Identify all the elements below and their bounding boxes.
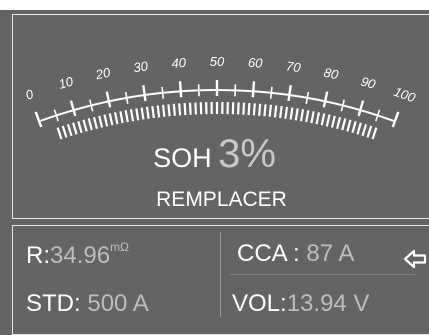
gauge-major-tick [324,92,327,108]
std-label: STD: [26,290,81,317]
soh-value: 3% [218,132,276,176]
gauge-band-tick [131,109,133,121]
gauge-band-tick [243,103,244,115]
gauge-band-tick [275,105,276,117]
cca-label: CCA : [237,240,300,267]
gauge-scale-label: 70 [285,58,302,75]
gauge-band-tick [110,113,113,125]
arrow-left-icon[interactable] [402,246,428,272]
gauge-band-tick [347,120,350,132]
gauge-band-tick [332,116,335,128]
gauge-major-tick [393,112,398,127]
gauge-scale-label: 40 [171,55,187,71]
gauge-band-tick [264,104,265,116]
gauge-band-tick [238,102,239,114]
gauge-band-tick [147,107,149,119]
gauge-band-tick [342,118,345,130]
gauge-major-tick [289,85,291,101]
soh-label: SOH [153,143,212,173]
cca-value: 87 A [306,240,354,267]
resistance-unit: mΩ [110,240,129,254]
gauge-band-tick [168,104,169,116]
gauge-major-tick [359,101,363,116]
gauge-scale-label: 100 [392,84,418,106]
gauge-band-tick [84,120,87,132]
std-value: 500 A [87,290,148,317]
gauge-band-tick [311,111,313,123]
gauge-band-tick [136,108,138,120]
gauge-band-tick [317,112,319,124]
gauge-band-tick [126,110,128,122]
gauge-band-tick [301,109,303,121]
gauge-scale-label: 30 [132,58,149,75]
gauge-band-tick [270,105,271,117]
gauge-minor-tick [306,92,308,104]
gauge-band-tick [306,110,308,122]
gauge-band-tick [285,107,287,119]
gauge-band-tick [89,118,92,130]
readings-divider-horizontal [230,274,415,275]
gauge-scale-label: 90 [359,74,378,93]
gauge-band-tick [99,116,102,128]
gauge-scale-label: 50 [210,54,225,69]
gauge-major-tick [36,112,41,127]
gauge-band-tick [190,103,191,115]
gauge-band-tick [104,115,107,127]
voltage-label: VOL: [232,290,287,317]
gauge-band-tick [254,103,255,115]
std-reading: STD: 500 A [26,290,149,318]
gauge-band-tick [185,103,186,115]
gauge-minor-tick [162,87,163,99]
gauge-band-tick [291,108,293,120]
gauge-band-tick [280,106,282,118]
cca-reading: CCA : 87 A [237,240,354,268]
gauge-scale-label: 10 [57,73,76,92]
readings-divider-vertical [220,232,221,317]
gauge-band-tick [158,105,159,117]
gauge-band-tick [259,104,260,116]
gauge-band-tick [115,112,117,124]
gauge-minor-tick [271,87,272,99]
gauge-band-tick [195,102,196,114]
gauge-scale-label: 20 [93,64,112,82]
gauge-minor-tick [126,92,128,104]
gauge-band-tick [337,117,340,129]
battery-status: REMPLACER [0,188,429,212]
gauge-band-tick [94,117,97,129]
resistance-reading: R:34.96mΩ [26,240,129,270]
gauge-major-tick [253,81,254,97]
gauge-major-tick [71,101,75,116]
gauge-band-tick [249,103,250,115]
resistance-label: R: [26,242,50,269]
gauge-band-tick [142,108,144,120]
soh-readout: SOH 3% [0,132,429,177]
gauge-scale-label: 80 [322,65,340,83]
gauge-major-tick [143,85,145,101]
gauge-band-tick [296,108,298,120]
resistance-value: 34.96 [50,242,110,269]
gauge-band-tick [322,113,325,125]
gauge-band-tick [163,105,164,117]
gauge-scale-label: 60 [248,55,264,71]
gauge-major-tick [180,81,181,97]
gauge-major-tick [107,92,110,108]
voltage-reading: VOL:13.94 V [232,290,369,318]
gauge-band-tick [152,106,154,118]
gauge-band-tick [174,104,175,116]
gauge-scale-label: 0 [23,86,36,103]
gauge-band-tick [327,115,330,127]
gauge-band-tick [179,103,180,115]
voltage-value: 13.94 V [287,290,370,317]
gauge-band-tick [120,111,122,123]
